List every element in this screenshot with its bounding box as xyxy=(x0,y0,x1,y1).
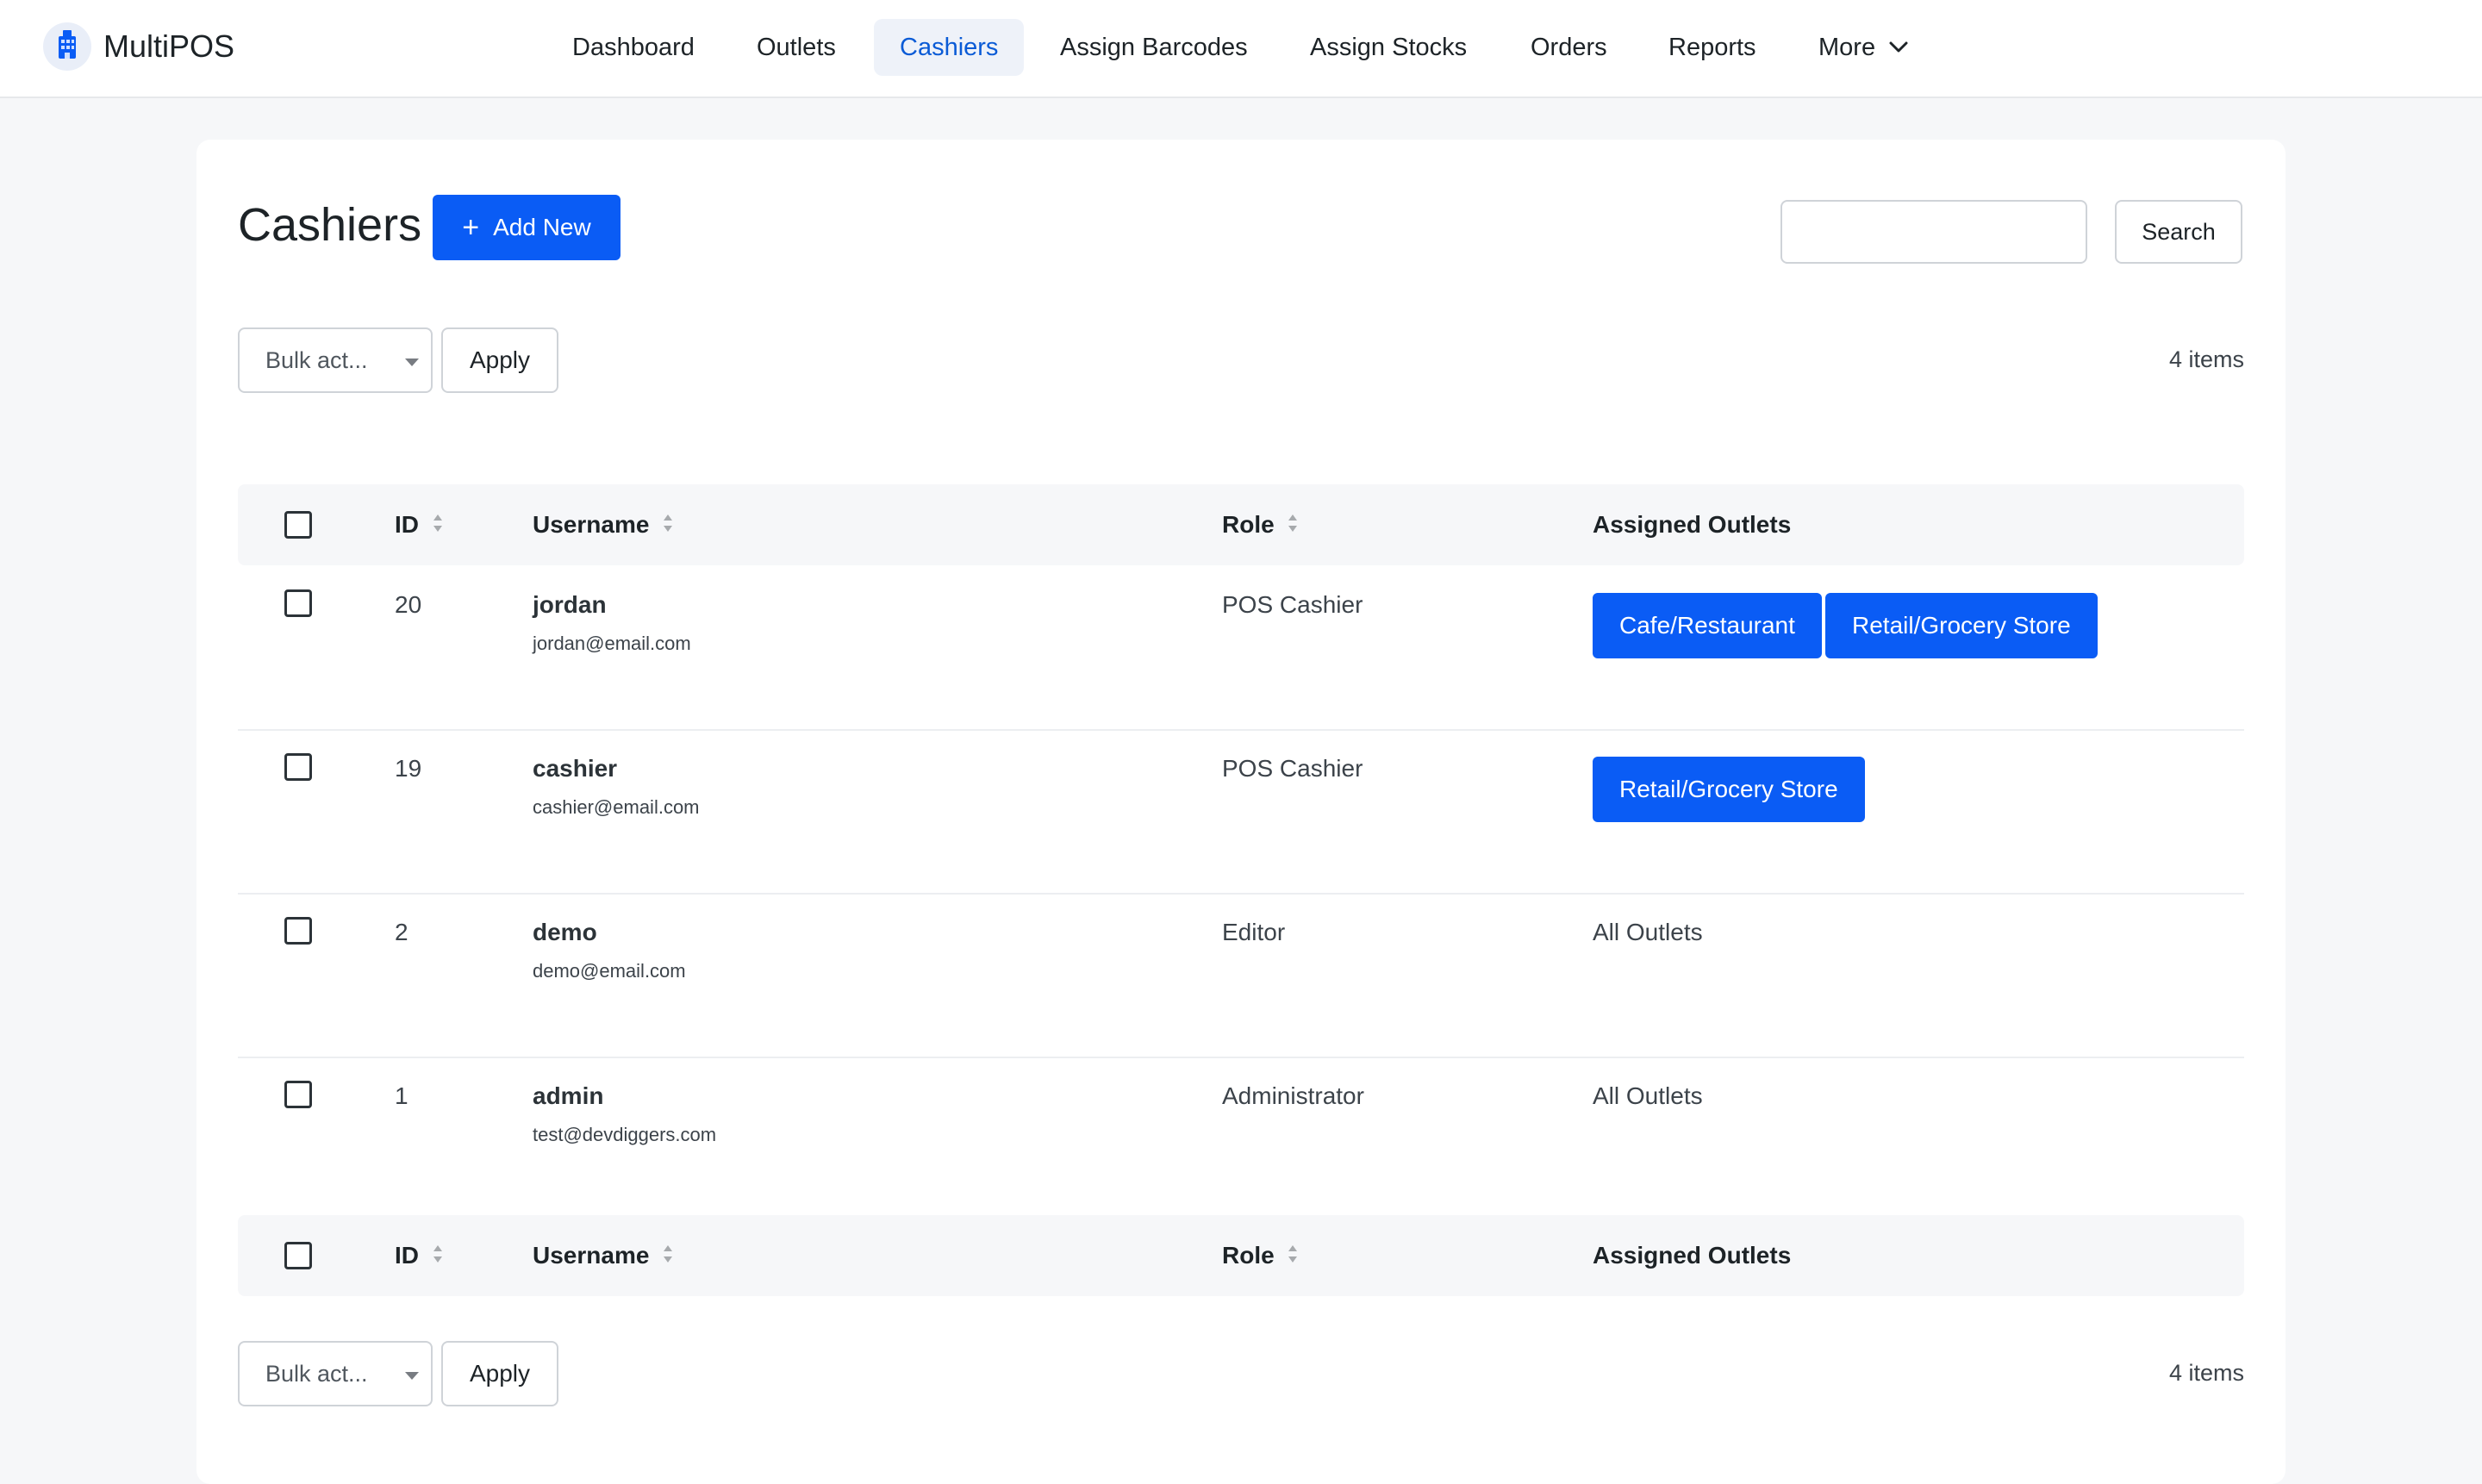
app-logo[interactable]: MultiPOS xyxy=(41,21,234,72)
app-name: MultiPOS xyxy=(103,28,235,64)
add-new-label: Add New xyxy=(493,214,591,240)
nav-item-assign-stocks[interactable]: Assign Stocks xyxy=(1284,19,1493,76)
cell-role: POS Cashier xyxy=(1222,755,1363,782)
building-icon xyxy=(41,21,93,72)
outlet-badge[interactable]: Retail/Grocery Store xyxy=(1825,593,2098,658)
nav-item-reports[interactable]: Reports xyxy=(1643,19,1782,76)
sort-icon xyxy=(663,484,673,565)
nav-item-outlets[interactable]: Outlets xyxy=(731,19,862,76)
column-footer-role[interactable]: Role xyxy=(1222,1215,1298,1296)
caret-down-icon xyxy=(405,1372,419,1380)
column-footer-username[interactable]: Username xyxy=(533,1215,673,1296)
username-link[interactable]: cashier xyxy=(533,755,617,783)
outlet-badge[interactable]: Retail/Grocery Store xyxy=(1593,757,1865,822)
nav-item-more-label: More xyxy=(1818,34,1876,61)
table-footer: ID Username Role Assigned Outlets xyxy=(238,1215,2244,1296)
bulk-actions-label: Bulk act... xyxy=(265,1361,368,1387)
sort-icon xyxy=(663,1215,673,1296)
column-header-assigned-outlets: Assigned Outlets xyxy=(1593,511,1792,538)
cell-id: 1 xyxy=(395,1082,408,1109)
plus-icon: + xyxy=(462,211,480,244)
search-button[interactable]: Search xyxy=(2115,200,2242,264)
cell-role: Editor xyxy=(1222,919,1286,945)
apply-button-bottom[interactable]: Apply xyxy=(441,1341,558,1406)
nav-item-orders[interactable]: Orders xyxy=(1505,19,1633,76)
column-header-id[interactable]: ID xyxy=(395,484,443,565)
column-footer-id[interactable]: ID xyxy=(395,1215,443,1296)
cell-role: Administrator xyxy=(1222,1082,1364,1109)
column-header-username[interactable]: Username xyxy=(533,484,673,565)
caret-down-icon xyxy=(405,359,419,366)
outlet-badge[interactable]: Cafe/Restaurant xyxy=(1593,593,1822,658)
select-all-checkbox[interactable] xyxy=(284,1242,312,1269)
nav-item-dashboard[interactable]: Dashboard xyxy=(546,19,720,76)
nav-item-assign-barcodes[interactable]: Assign Barcodes xyxy=(1034,19,1274,76)
chevron-down-icon xyxy=(1889,17,1908,74)
table-row: 20 jordan jordan@email.com POS Cashier C… xyxy=(238,565,2244,731)
select-all-checkbox[interactable] xyxy=(284,511,312,539)
table-header: ID Username Role Assigned Outlets xyxy=(238,484,2244,565)
column-header-role[interactable]: Role xyxy=(1222,484,1298,565)
cashiers-panel: Cashiers + Add New Search Bulk act... Ap… xyxy=(196,140,2286,1484)
username-link[interactable]: demo xyxy=(533,919,597,946)
cell-id: 2 xyxy=(395,919,408,945)
cell-role: POS Cashier xyxy=(1222,591,1363,618)
cell-assigned-outlets: All Outlets xyxy=(1593,919,1703,945)
bulk-actions-select-top[interactable]: Bulk act... xyxy=(238,327,433,393)
row-checkbox[interactable] xyxy=(284,589,312,617)
items-count-top: 4 items xyxy=(2168,346,2244,372)
sort-icon xyxy=(433,1215,443,1296)
row-checkbox[interactable] xyxy=(284,1081,312,1108)
bulk-actions-select-bottom[interactable]: Bulk act... xyxy=(238,1341,433,1406)
page-title: Cashiers xyxy=(238,199,422,251)
search-input[interactable] xyxy=(1780,200,2087,264)
row-checkbox[interactable] xyxy=(284,753,312,781)
cell-email: demo@email.com xyxy=(533,960,686,982)
sort-icon xyxy=(1288,1215,1298,1296)
row-checkbox[interactable] xyxy=(284,917,312,945)
nav-item-cashiers[interactable]: Cashiers xyxy=(874,19,1025,76)
table-row: 19 cashier cashier@email.com POS Cashier… xyxy=(238,729,2244,895)
items-count-bottom: 4 items xyxy=(2168,1360,2244,1386)
table-row: 2 demo demo@email.com Editor All Outlets xyxy=(238,893,2244,1058)
sort-icon xyxy=(1288,484,1298,565)
column-footer-assigned-outlets: Assigned Outlets xyxy=(1593,1242,1792,1269)
cell-email: test@devdiggers.com xyxy=(533,1124,717,1145)
cell-id: 20 xyxy=(395,591,422,618)
top-navigation-bar: MultiPOS Dashboard Outlets Cashiers Assi… xyxy=(0,0,2482,98)
bulk-actions-label: Bulk act... xyxy=(265,347,368,373)
table-row: 1 admin test@devdiggers.com Administrato… xyxy=(238,1057,2244,1220)
nav-item-more[interactable]: More xyxy=(1793,19,1934,76)
apply-button-top[interactable]: Apply xyxy=(441,327,558,393)
sort-icon xyxy=(433,484,443,565)
username-link[interactable]: admin xyxy=(533,1082,603,1110)
username-link[interactable]: jordan xyxy=(533,591,607,619)
cell-id: 19 xyxy=(395,755,422,782)
cell-email: cashier@email.com xyxy=(533,796,700,818)
cell-assigned-outlets: All Outlets xyxy=(1593,1082,1703,1109)
add-new-button[interactable]: + Add New xyxy=(433,195,620,260)
cell-email: jordan@email.com xyxy=(533,633,691,654)
